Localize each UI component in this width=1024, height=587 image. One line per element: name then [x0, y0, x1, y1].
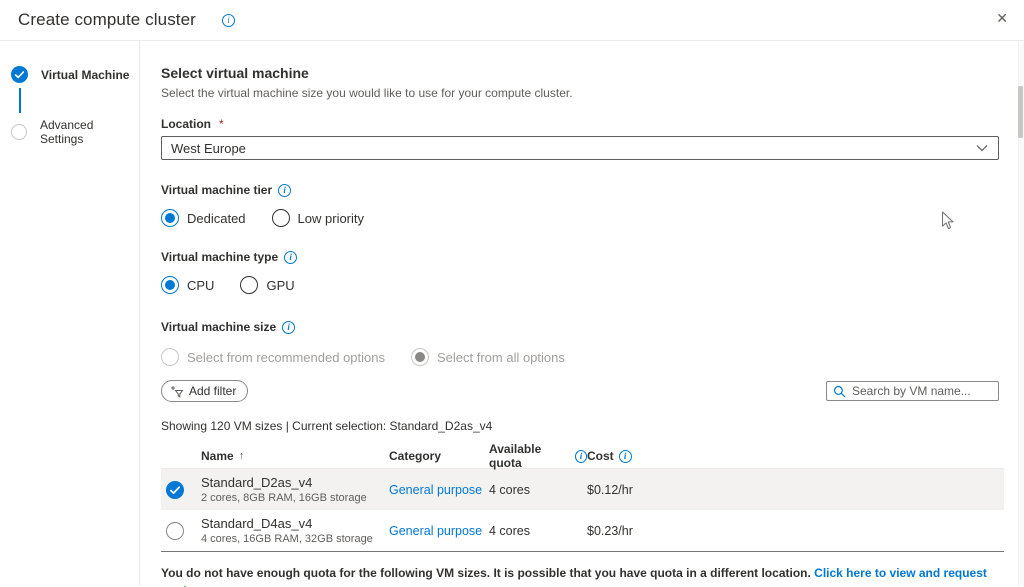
- column-header-category[interactable]: Category: [389, 449, 489, 463]
- radio-low-priority[interactable]: Low priority: [272, 209, 364, 227]
- location-dropdown[interactable]: West Europe: [161, 136, 999, 160]
- vm-quota: 4 cores: [489, 524, 587, 538]
- radio-recommended-options: Select from recommended options: [161, 348, 385, 366]
- section-heading: Select virtual machine: [161, 65, 1024, 81]
- wizard-stepper: Virtual Machine Advanced Settings: [0, 41, 140, 586]
- location-value: West Europe: [171, 141, 246, 156]
- radio-selected-icon: [161, 276, 179, 294]
- stepper-connector: [19, 88, 21, 113]
- search-icon: [833, 385, 846, 398]
- vm-name: Standard_D4as_v4: [201, 516, 389, 531]
- radio-disabled-selected-icon: [411, 348, 429, 366]
- radio-disabled-icon: [161, 348, 179, 366]
- step-completed-check-icon: [11, 66, 28, 83]
- table-bottom-divider: [161, 551, 1004, 552]
- vm-type-label: Virtual machine type i: [161, 250, 1024, 264]
- cost-info-icon[interactable]: i: [619, 450, 632, 463]
- vm-type-radio-group: CPU GPU: [161, 276, 1024, 294]
- search-input[interactable]: [852, 384, 992, 398]
- step-label-virtual-machine: Virtual Machine: [41, 68, 129, 82]
- vm-size-table: Name ↑ Category Available quota i Cost: [161, 442, 1004, 552]
- column-header-name[interactable]: Name ↑: [201, 449, 389, 463]
- quota-warning: You do not have enough quota for the fol…: [161, 565, 1001, 587]
- vm-tier-radio-group: Dedicated Low priority: [161, 209, 1024, 227]
- column-header-available-quota[interactable]: Available quota i: [489, 442, 587, 470]
- vm-type-info-icon[interactable]: i: [284, 251, 297, 264]
- radio-dedicated[interactable]: Dedicated: [161, 209, 246, 227]
- close-icon[interactable]: ✕: [992, 7, 1012, 29]
- row-selected-check-icon[interactable]: [166, 481, 184, 499]
- vm-search-box[interactable]: [826, 381, 999, 401]
- create-compute-cluster-panel: Create compute cluster i ✕ Virtual Machi…: [0, 0, 1024, 587]
- titlebar: Create compute cluster i ✕: [0, 0, 1024, 41]
- vm-cost: $0.12/hr: [587, 483, 1004, 497]
- table-header-row: Name ↑ Category Available quota i Cost: [161, 442, 1004, 469]
- add-filter-icon: [170, 385, 184, 398]
- radio-unselected-icon: [272, 209, 290, 227]
- vm-list-summary: Showing 120 VM sizes | Current selection…: [161, 419, 1024, 433]
- vm-name: Standard_D2as_v4: [201, 475, 389, 490]
- radio-gpu[interactable]: GPU: [240, 276, 294, 294]
- title-info-icon[interactable]: i: [222, 14, 235, 27]
- required-marker: *: [219, 117, 224, 131]
- table-row-standard-d2as-v4[interactable]: Standard_D2as_v4 2 cores, 8GB RAM, 16GB …: [161, 469, 1004, 510]
- radio-unselected-icon: [240, 276, 258, 294]
- radio-selected-icon: [161, 209, 179, 227]
- stepper-step-advanced-settings[interactable]: Advanced Settings: [11, 118, 139, 146]
- vm-cost: $0.23/hr: [587, 524, 1004, 538]
- category-link[interactable]: General purpose: [389, 524, 482, 538]
- section-subheading: Select the virtual machine size you woul…: [161, 86, 1024, 100]
- step-label-advanced-settings: Advanced Settings: [40, 118, 139, 146]
- quota-info-icon[interactable]: i: [575, 450, 587, 463]
- column-header-cost[interactable]: Cost i: [587, 449, 1004, 463]
- row-radio-unselected-icon[interactable]: [166, 522, 184, 540]
- chevron-down-icon: [976, 144, 988, 152]
- step-empty-circle-icon: [11, 124, 27, 140]
- main-content: Select virtual machine Select the virtua…: [140, 41, 1024, 587]
- scrollbar-thumb[interactable]: [1018, 86, 1023, 138]
- vm-specs: 2 cores, 8GB RAM, 16GB storage: [201, 492, 389, 504]
- sort-ascending-icon: ↑: [239, 450, 245, 462]
- location-label: Location*: [161, 117, 1024, 131]
- radio-cpu[interactable]: CPU: [161, 276, 214, 294]
- vm-specs: 4 cores, 16GB RAM, 32GB storage: [201, 533, 389, 545]
- table-row-standard-d4as-v4[interactable]: Standard_D4as_v4 4 cores, 16GB RAM, 32GB…: [161, 510, 1004, 551]
- vm-size-info-icon[interactable]: i: [282, 321, 295, 334]
- vm-quota: 4 cores: [489, 483, 587, 497]
- page-title: Create compute cluster: [18, 10, 196, 30]
- radio-all-options: Select from all options: [411, 348, 565, 366]
- vm-tier-label: Virtual machine tier i: [161, 183, 1024, 197]
- stepper-step-virtual-machine[interactable]: Virtual Machine: [11, 66, 139, 83]
- vm-size-label: Virtual machine size i: [161, 320, 1024, 334]
- vm-tier-info-icon[interactable]: i: [278, 184, 291, 197]
- vm-size-radio-group: Select from recommended options Select f…: [161, 348, 1024, 366]
- add-filter-button[interactable]: Add filter: [161, 380, 248, 402]
- category-link[interactable]: General purpose: [389, 483, 482, 497]
